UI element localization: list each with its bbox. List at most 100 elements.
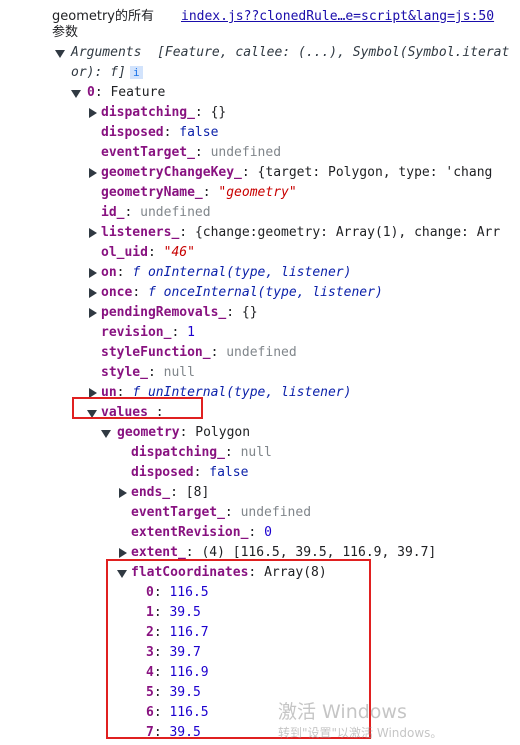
property-row[interactable]: ends_: [8] (0, 483, 520, 503)
property-row: eventTarget_: undefined (101, 145, 282, 160)
array-value: 39.7 (169, 645, 201, 660)
expand-arguments-triangle-icon[interactable] (55, 43, 65, 63)
object-tree: Arguments [Feature, callee: (...), Symbo… (0, 43, 520, 743)
property-value: {target: Polygon, type: 'chang (257, 165, 493, 180)
expand-flat-coordinates-triangle-icon[interactable] (117, 563, 127, 583)
property-key: style_ (101, 365, 148, 380)
property-row: id_: undefined (101, 205, 211, 220)
array-index: 4 (146, 665, 154, 680)
property-value: f unInternal(type, listener) (132, 385, 352, 400)
property-row: revision_: 1 (101, 325, 195, 340)
property-value: undefined (210, 145, 282, 160)
expand-property-triangle-icon[interactable] (87, 283, 97, 303)
geometry-type: Polygon (195, 425, 251, 440)
expand-property-triangle-icon[interactable] (87, 163, 97, 183)
array-index: 5 (146, 685, 154, 700)
arguments-row-continued: or): f] i (0, 63, 520, 83)
property-key: ol_uid (101, 245, 148, 260)
expand-property-triangle-icon[interactable] (117, 483, 127, 503)
array-index: 0 (146, 585, 154, 600)
array-index: 3 (146, 645, 154, 660)
flat-coordinates-row[interactable]: flatCoordinates: Array(8) (0, 563, 520, 583)
property-key: geometryChangeKey_ (101, 165, 242, 180)
property-row[interactable]: dispatching_: {} (0, 103, 520, 123)
array-item-row: 6: 116.5 (146, 705, 209, 720)
array-value: 39.5 (169, 685, 201, 700)
console-message-header: geometry的所有 参数 index.js??clonedRule…e=sc… (0, 0, 520, 44)
feature-index: 0 (87, 85, 95, 100)
values-row[interactable]: values_: (0, 403, 520, 423)
array-value: 116.9 (169, 665, 209, 680)
console-message-text-line2: 参数 (52, 25, 79, 40)
property-row[interactable]: listeners_: {change:geometry: Array(1), … (0, 223, 520, 243)
property-value: {} (241, 305, 258, 320)
property-row: extentRevision_: 0 (131, 525, 272, 540)
property-row[interactable]: un: f unInternal(type, listener) (0, 383, 520, 403)
expand-property-triangle-icon[interactable] (87, 103, 97, 123)
property-row[interactable]: on: f onInternal(type, listener) (0, 263, 520, 283)
console-message-text: geometry的所有 (52, 9, 155, 24)
property-value: f onInternal(type, listener) (132, 265, 352, 280)
property-row: style_: null (101, 365, 195, 380)
info-icon[interactable]: i (129, 66, 143, 79)
property-value: [8] (185, 485, 210, 500)
property-row: disposed: false (131, 465, 249, 480)
array-value: 39.5 (169, 725, 201, 740)
property-value: false (179, 125, 219, 140)
arguments-row[interactable]: Arguments [Feature, callee: (...), Symbo… (0, 43, 520, 63)
arguments-preview-continued: or): f] (71, 65, 126, 80)
property-row[interactable]: extent_: (4) [116.5, 39.5, 116.9, 39.7] (0, 543, 520, 563)
property-key: geometryName_ (101, 185, 203, 200)
array-item-row: 2: 116.7 (146, 625, 209, 640)
property-value: undefined (226, 345, 297, 360)
property-value: "geometry" (218, 185, 297, 200)
array-index: 6 (146, 705, 154, 720)
property-value: 1 (187, 325, 195, 340)
windows-activation-watermark: 激活 Windows (278, 701, 407, 723)
feature-row[interactable]: 0: Feature (0, 83, 520, 103)
expand-property-triangle-icon[interactable] (87, 263, 97, 283)
feature-properties: dispatching_: {} disposed: false eventTarg… (0, 103, 520, 403)
property-key: on (101, 265, 117, 280)
expand-property-triangle-icon[interactable] (87, 383, 97, 403)
expand-feature-triangle-icon[interactable] (71, 83, 81, 103)
array-item-row: 5: 39.5 (146, 685, 201, 700)
property-key: disposed (101, 125, 164, 140)
property-key: ends_ (131, 485, 171, 500)
property-key: dispatching_ (101, 105, 195, 120)
expand-property-triangle-icon[interactable] (87, 303, 97, 323)
array-index: 1 (146, 605, 154, 620)
property-key: eventTarget_ (131, 505, 225, 520)
property-key: once (101, 285, 133, 300)
property-key: pendingRemovals_ (101, 305, 227, 320)
expand-values-triangle-icon[interactable] (87, 403, 97, 423)
geometry-key: geometry (117, 425, 180, 440)
property-value: false (209, 465, 249, 480)
array-index: 7 (146, 725, 154, 740)
array-item-row: 4: 116.9 (146, 665, 209, 680)
property-row: ol_uid: "46" (101, 245, 195, 260)
property-row[interactable]: geometryChangeKey_: {target: Polygon, ty… (0, 163, 520, 183)
property-row: disposed: false (101, 125, 219, 140)
expand-property-triangle-icon[interactable] (117, 543, 127, 563)
flat-coordinates-key: flatCoordinates (131, 565, 249, 580)
source-location-link[interactable]: index.js??clonedRule…e=script&lang=js:50 (181, 9, 494, 24)
geometry-row[interactable]: geometry: Polygon (0, 423, 520, 443)
property-value: f onceInternal(type, listener) (147, 285, 383, 300)
property-value: {change:geometry: Array(1), change: Arr (194, 225, 501, 240)
property-key: listeners_ (101, 225, 180, 240)
property-row[interactable]: pendingRemovals_: {} (0, 303, 520, 323)
property-key: dispatching_ (131, 445, 225, 460)
expand-property-triangle-icon[interactable] (87, 223, 97, 243)
property-row[interactable]: once: f onceInternal(type, listener) (0, 283, 520, 303)
property-key: extentRevision_ (131, 525, 249, 540)
property-row: dispatching_: null (131, 445, 272, 460)
property-key: extent_ (131, 545, 186, 560)
array-item-row: 0: 116.5 (146, 585, 209, 600)
expand-geometry-triangle-icon[interactable] (101, 423, 111, 443)
array-item-row: 1: 39.5 (146, 605, 201, 620)
property-row: geometryName_: "geometry" (101, 185, 297, 200)
property-value: 0 (264, 525, 272, 540)
feature-type: Feature (110, 85, 166, 100)
property-key: un (101, 385, 117, 400)
